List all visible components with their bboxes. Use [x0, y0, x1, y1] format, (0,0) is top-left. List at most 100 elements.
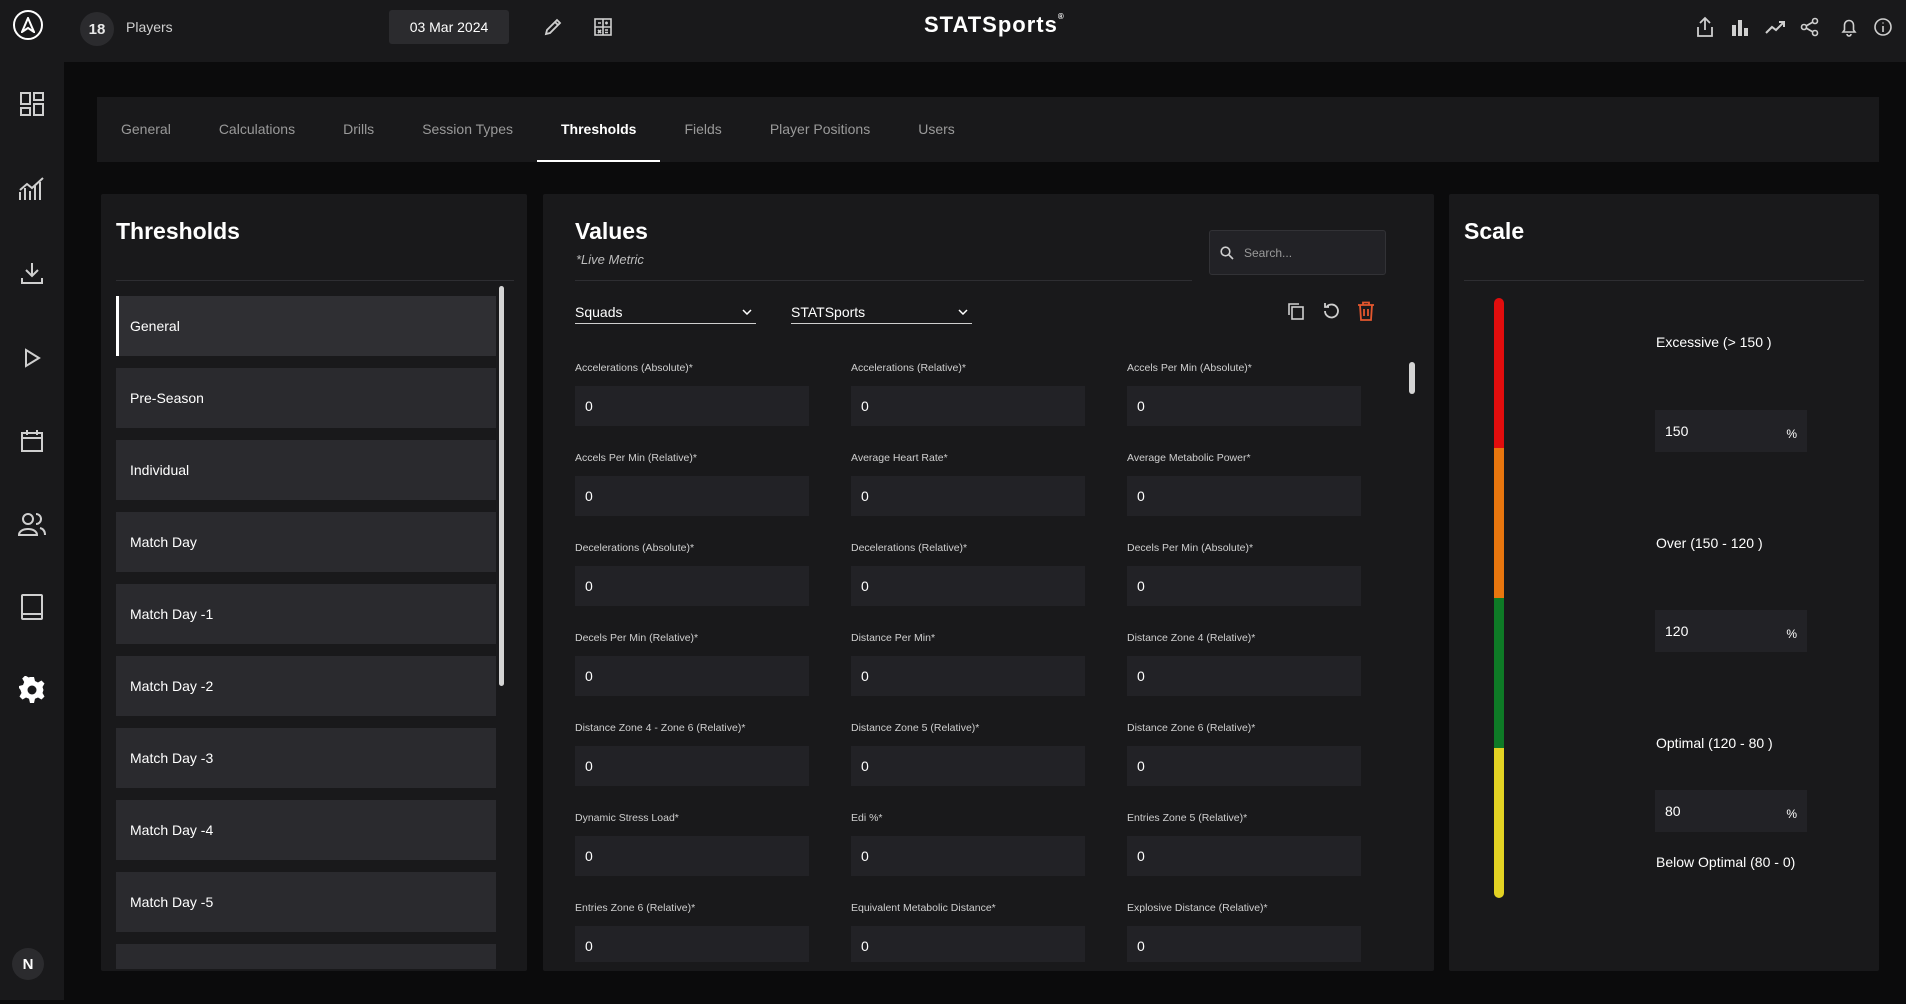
threshold-item-match-day-4[interactable]: Match Day -4	[116, 800, 496, 860]
excessive-threshold-value: 150	[1665, 423, 1689, 439]
field-input[interactable]: 0	[1127, 386, 1361, 426]
bell-icon[interactable]	[1834, 12, 1864, 42]
field-accels-per-min-relative: Accels Per Min (Relative)* 0	[575, 452, 809, 516]
field-input[interactable]: 0	[575, 656, 809, 696]
tab-users[interactable]: Users	[894, 97, 979, 162]
threshold-item-individual[interactable]: Individual	[116, 440, 496, 500]
threshold-item-next[interactable]	[116, 944, 496, 969]
app-logo-icon[interactable]	[13, 10, 43, 40]
excessive-threshold-input[interactable]: 150 %	[1655, 410, 1807, 452]
thresholds-scrollbar[interactable]	[499, 286, 504, 686]
squads-select[interactable]: Squads	[575, 300, 756, 324]
organisation-select[interactable]: STATSports	[791, 300, 972, 324]
field-accelerations-relative: Accelerations (Relative)* 0	[851, 362, 1085, 426]
tab-session-types[interactable]: Session Types	[398, 97, 537, 162]
user-avatar[interactable]: N	[12, 948, 44, 980]
info-icon[interactable]	[1868, 12, 1898, 42]
field-decels-per-min-relative: Decels Per Min (Relative)* 0	[575, 632, 809, 696]
scale-panel: Scale Excessive (> 150 ) 150 % Over (150…	[1449, 194, 1879, 971]
field-input[interactable]: 0	[851, 476, 1085, 516]
edit-icon[interactable]	[538, 12, 568, 42]
play-icon[interactable]	[0, 338, 64, 378]
threshold-item-pre-season[interactable]: Pre-Season	[116, 368, 496, 428]
field-input[interactable]: 0	[851, 926, 1085, 962]
organisation-select-value: STATSports	[791, 303, 866, 320]
field-input[interactable]: 0	[575, 476, 809, 516]
field-input[interactable]: 0	[1127, 566, 1361, 606]
field-label: Distance Zone 4 - Zone 6 (Relative)*	[575, 722, 746, 734]
field-input[interactable]: 0	[575, 926, 809, 962]
tablet-icon[interactable]	[0, 587, 64, 627]
delete-icon[interactable]	[1353, 298, 1379, 324]
field-input[interactable]: 0	[851, 836, 1085, 876]
tab-thresholds[interactable]: Thresholds	[536, 97, 661, 162]
field-input[interactable]: 0	[851, 746, 1085, 786]
field-input[interactable]: 0	[851, 656, 1085, 696]
threshold-item-match-day-2[interactable]: Match Day -2	[116, 656, 496, 716]
export-icon[interactable]	[1690, 12, 1720, 42]
tab-calculations[interactable]: Calculations	[195, 97, 319, 162]
calculator-icon[interactable]	[588, 12, 618, 42]
field-input[interactable]: 0	[575, 566, 809, 606]
trend-icon[interactable]	[1760, 12, 1790, 42]
values-panel: Values *Live Metric Squads STATSports Ac…	[543, 194, 1434, 971]
field-distance-zone-4-6-relative: Distance Zone 4 - Zone 6 (Relative)* 0	[575, 722, 809, 786]
left-sidebar: N	[0, 0, 64, 1000]
reset-icon[interactable]	[1318, 298, 1344, 324]
field-input[interactable]: 0	[1127, 836, 1361, 876]
values-scrollbar[interactable]	[1409, 362, 1415, 394]
player-count-badge[interactable]: 18	[80, 12, 114, 46]
search-input[interactable]	[1244, 245, 1374, 260]
field-input[interactable]: 0	[1127, 926, 1361, 962]
below-optimal-label: Below Optimal (80 - 0)	[1656, 854, 1796, 870]
divider	[116, 280, 514, 281]
field-label: Edi %*	[851, 812, 883, 824]
field-label: Decels Per Min (Relative)*	[575, 632, 699, 644]
field-label: Average Heart Rate*	[851, 452, 948, 464]
field-decelerations-absolute: Decelerations (Absolute)* 0	[575, 542, 809, 606]
analytics-icon[interactable]	[0, 169, 64, 209]
tab-general[interactable]: General	[97, 97, 195, 162]
tab-drills[interactable]: Drills	[319, 97, 398, 162]
field-distance-zone-6-relative: Distance Zone 6 (Relative)* 0	[1127, 722, 1361, 786]
threshold-item-match-day-1[interactable]: Match Day -1	[116, 584, 496, 644]
players-label[interactable]: Players	[126, 19, 173, 35]
over-threshold-input[interactable]: 120 %	[1655, 610, 1807, 652]
scale-segment-below-optimal	[1494, 748, 1504, 898]
field-input[interactable]: 0	[575, 746, 809, 786]
settings-icon[interactable]	[0, 670, 64, 710]
tab-fields[interactable]: Fields	[660, 97, 745, 162]
date-picker-button[interactable]: 03 Mar 2024	[389, 10, 509, 44]
field-input[interactable]: 0	[575, 836, 809, 876]
field-average-metabolic-power: Average Metabolic Power* 0	[1127, 452, 1361, 516]
calendar-icon[interactable]	[0, 421, 64, 461]
field-input[interactable]: 0	[1127, 476, 1361, 516]
dashboard-icon[interactable]	[0, 84, 64, 124]
field-label: Accels Per Min (Relative)*	[575, 452, 697, 464]
optimal-threshold-value: 80	[1665, 803, 1681, 819]
threshold-item-match-day-3[interactable]: Match Day -3	[116, 728, 496, 788]
threshold-fields-grid: Accelerations (Absolute)* 0 Accelerations…	[575, 362, 1395, 962]
share-icon[interactable]	[1795, 12, 1825, 42]
bar-chart-icon[interactable]	[1725, 12, 1755, 42]
field-decels-per-min-absolute: Decels Per Min (Absolute)* 0	[1127, 542, 1361, 606]
field-input[interactable]: 0	[575, 386, 809, 426]
tab-player-positions[interactable]: Player Positions	[746, 97, 894, 162]
field-input[interactable]: 0	[851, 386, 1085, 426]
field-input[interactable]: 0	[1127, 656, 1361, 696]
excessive-label: Excessive (> 150 )	[1656, 334, 1772, 350]
users-icon[interactable]	[0, 504, 64, 544]
optimal-threshold-input[interactable]: 80 %	[1655, 790, 1807, 832]
app: N 18 Players 03 Mar 2024 STATSports® Gen…	[0, 0, 1906, 1004]
field-accelerations-absolute: Accelerations (Absolute)* 0	[575, 362, 809, 426]
field-label: Accels Per Min (Absolute)*	[1127, 362, 1252, 374]
threshold-item-match-day-5[interactable]: Match Day -5	[116, 872, 496, 932]
field-input[interactable]: 0	[1127, 746, 1361, 786]
copy-icon[interactable]	[1283, 298, 1309, 324]
field-input[interactable]: 0	[851, 566, 1085, 606]
threshold-item-match-day[interactable]: Match Day	[116, 512, 496, 572]
field-label: Distance Zone 5 (Relative)*	[851, 722, 980, 734]
squads-select-value: Squads	[575, 303, 623, 320]
threshold-item-general[interactable]: General	[116, 296, 496, 356]
download-icon[interactable]	[0, 253, 64, 293]
